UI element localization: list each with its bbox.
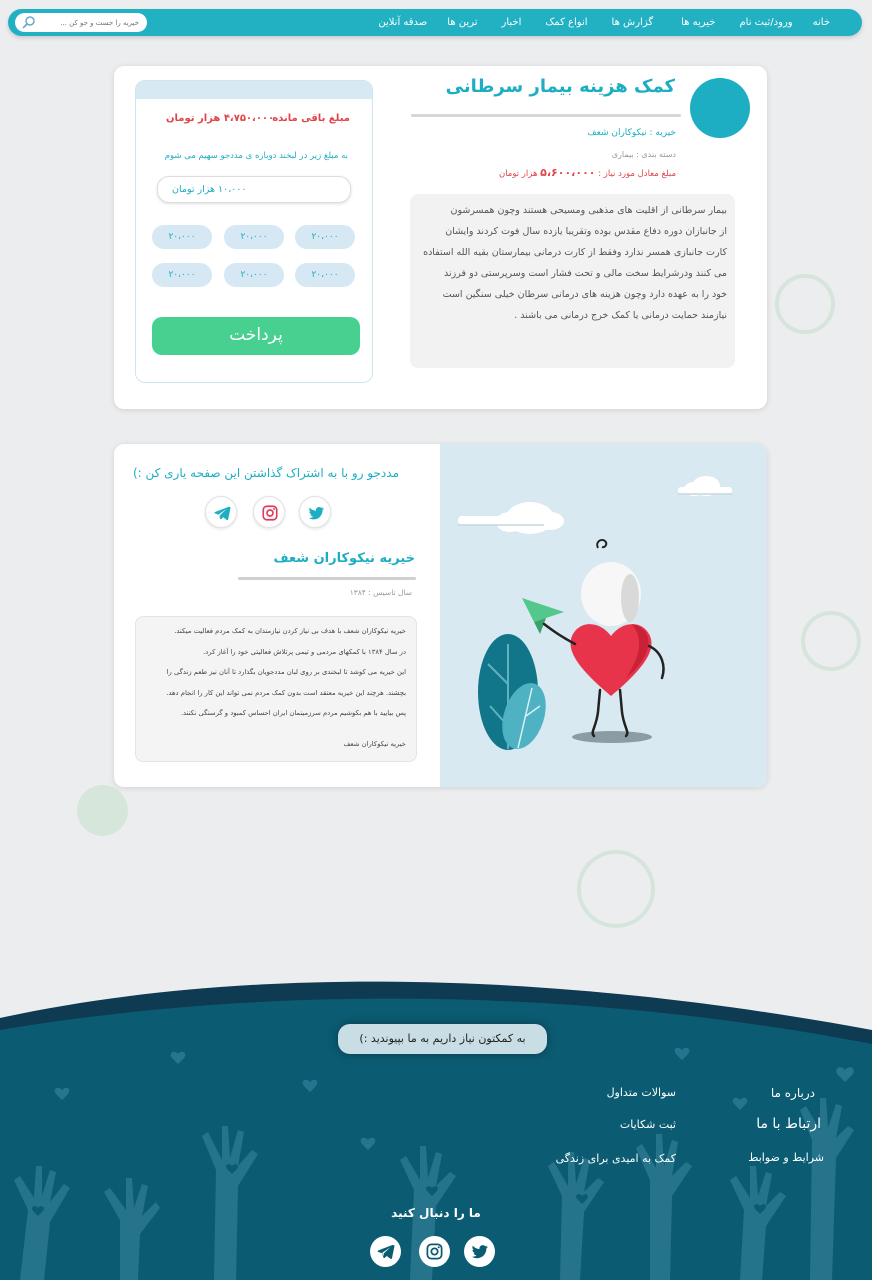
about-line: پس بیایید با هم بکوشیم مردم سرزمینمان ای… [180, 709, 406, 717]
charity-illustration [440, 444, 767, 787]
pay-button[interactable]: پرداخت [152, 317, 360, 355]
decor-ring [801, 611, 861, 671]
instagram-icon [426, 1243, 443, 1260]
description-line: کارت جانبازی همسر ندارد وفقط از کارت درم… [423, 247, 727, 258]
footer-link-complaints[interactable]: ثبت شکایات [620, 1118, 676, 1131]
about-line: خیریه نیکوکاران شعف با هدف بی نیاز کردن … [174, 627, 406, 635]
nav-item-help-types[interactable]: انواع کمک [535, 17, 597, 28]
charity-card: مددجو رو با به اشتراک گذاشتن این صفحه یا… [114, 444, 767, 787]
telegram-icon [214, 506, 231, 521]
charity-founded: سال تاسیس : ۱۳۸۴ [349, 588, 412, 597]
amount-chip[interactable]: ۲۰،۰۰۰ [295, 225, 355, 249]
search-box[interactable] [15, 13, 147, 32]
donation-prompt: به مبلغ زیر در لبخند دوباره ی مددجو سهیم… [164, 151, 348, 161]
footer-twitter-button[interactable] [464, 1236, 495, 1267]
amount-chip[interactable]: ۲۰،۰۰۰ [295, 263, 355, 287]
amount-chip[interactable]: ۲۰،۰۰۰ [152, 225, 212, 249]
campaign-description: بیمار سرطانی از اقلیت های مذهبی ومسیحی ه… [410, 194, 735, 368]
follow-us-title: ما را دنبال کنید [391, 1206, 481, 1220]
campaign-category: دسته بندی : بیماری [611, 150, 676, 159]
decor-ring [577, 850, 655, 928]
campaign-charity[interactable]: خیریه : نیکوکاران شعف [587, 128, 676, 138]
charity-about: خیریه نیکوکاران شعف با هدف بی نیاز کردن … [135, 616, 417, 762]
needed-amount-value: ۵،۶۰۰،۰۰۰ [540, 166, 596, 179]
description-line: بیمار سرطانی از اقلیت های مذهبی ومسیحی ه… [450, 205, 727, 216]
about-line: در سال ۱۳۸۴ با کمکهای مردمی و تیمی پرتلا… [203, 647, 406, 656]
remaining-value: ۴،۷۵۰،۰۰۰ هزار تومان [166, 113, 275, 124]
description-line: از جانبازان دوره دفاع مقدس بوده وتقریبا … [445, 226, 727, 237]
join-us-banner[interactable]: به کمکتون نیاز داریم به ما بپیوندید :) [338, 1024, 547, 1054]
amount-chip[interactable]: ۲۰،۰۰۰ [224, 225, 284, 249]
share-twitter-button[interactable] [299, 496, 331, 528]
charity-divider [238, 577, 416, 580]
needed-amount-unit: هزار تومان [498, 169, 538, 179]
footer-link-terms[interactable]: شرایط و ضوابط [748, 1151, 824, 1164]
amount-chip[interactable]: ۲۰،۰۰۰ [152, 263, 212, 287]
donation-panel: مبلغ باقی مانده ۴،۷۵۰،۰۰۰ هزار تومان به … [135, 80, 373, 383]
footer-link-contact[interactable]: ارتباط با ما [756, 1116, 821, 1132]
search-input[interactable] [39, 16, 139, 29]
description-line: می کنند ودرشرایط سخت مالی و تحت فشار است… [444, 268, 727, 279]
amount-chip[interactable]: ۲۰،۰۰۰ [224, 263, 284, 287]
donation-amount-input[interactable]: ۱۰،۰۰۰ هزار تومان [157, 176, 351, 203]
title-divider [411, 114, 681, 117]
share-telegram-button[interactable] [205, 496, 237, 528]
footer-telegram-button[interactable] [370, 1236, 401, 1267]
nav-item-reports[interactable]: گزارش ها [598, 17, 668, 28]
twitter-icon [471, 1245, 488, 1259]
needed-amount-label: مبلغ معادل مورد نیاز : [598, 169, 676, 179]
footer-link-faq[interactable]: سوالات متداول [607, 1086, 676, 1099]
nav-item-login[interactable]: ورود/ثبت نام [729, 17, 802, 28]
nav-item-charities[interactable]: خیریه ها [667, 17, 729, 28]
campaign-avatar [690, 78, 750, 138]
twitter-icon [308, 506, 325, 520]
campaign-card: کمک هزینه بیمار سرطانی خیریه : نیکوکاران… [114, 66, 767, 409]
donation-panel-header [136, 81, 372, 99]
top-navbar: خانه ورود/ثبت نام خیریه ها گزارش ها انوا… [8, 9, 862, 36]
description-line: نیازمند حمایت درمانی یا کمک خرج درمانی م… [514, 310, 727, 321]
telegram-icon [377, 1244, 395, 1260]
decor-ring [775, 274, 835, 334]
about-line: بچشند. هرچند این خیریه معتقد است بدون کم… [166, 688, 406, 697]
nav-item-online-charity[interactable]: صدقه آنلاین [368, 17, 437, 28]
nav-menu: خانه ورود/ثبت نام خیریه ها گزارش ها انوا… [368, 9, 840, 36]
footer-background [0, 981, 872, 1280]
share-title: مددجو رو با به اشتراک گذاشتن این صفحه یا… [132, 466, 399, 480]
footer: به کمکتون نیاز داریم به ما بپیوندید :) د… [0, 970, 872, 1280]
campaign-title: کمک هزینه بیمار سرطانی [445, 76, 675, 97]
instagram-icon [262, 505, 278, 521]
about-signature: خیریه نیکوکاران شعف [343, 739, 406, 748]
share-instagram-button[interactable] [253, 496, 285, 528]
nav-item-news[interactable]: اخبار [488, 17, 536, 28]
footer-link-hope[interactable]: کمک به امیدی برای زندگی [556, 1152, 676, 1165]
search-icon[interactable] [22, 15, 36, 29]
description-line: خود را به عهده دارد وچون هزینه های درمان… [442, 289, 727, 300]
about-line: این خیریه می کوشد تا لبخندی بر روی لبان … [166, 668, 406, 676]
decor-dot [77, 785, 128, 836]
nav-item-tops[interactable]: ترین ها [437, 17, 487, 28]
nav-item-home[interactable]: خانه [803, 17, 840, 28]
footer-instagram-button[interactable] [419, 1236, 450, 1267]
campaign-needed-amount: مبلغ معادل مورد نیاز : ۵،۶۰۰،۰۰۰ هزار تو… [499, 166, 676, 179]
remaining-label: مبلغ باقی مانده [272, 113, 350, 124]
footer-link-about[interactable]: درباره ما [771, 1086, 815, 1100]
charity-name[interactable]: خیریه نیکوکاران شعف [273, 551, 415, 566]
